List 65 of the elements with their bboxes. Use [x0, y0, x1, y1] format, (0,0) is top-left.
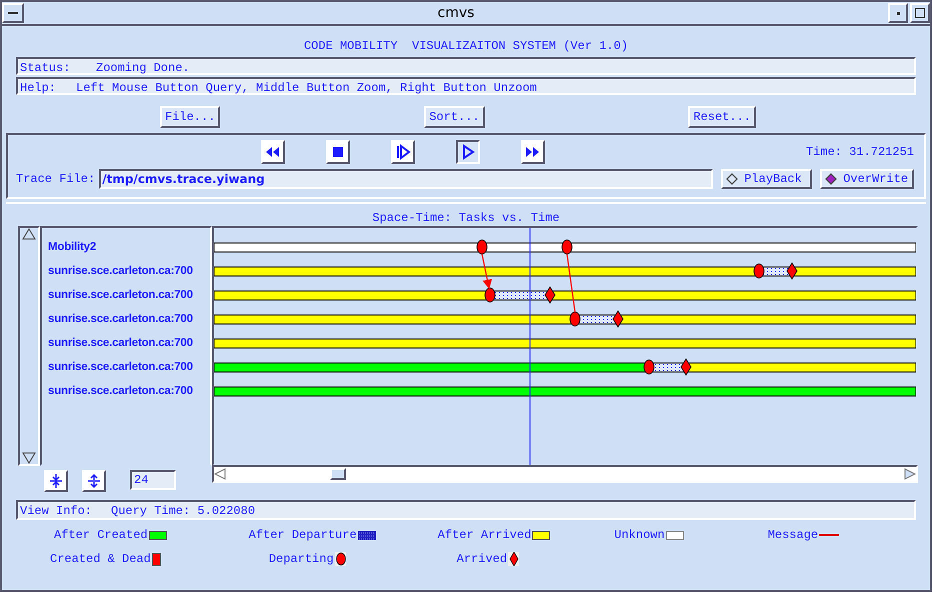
task-label: sunrise.sce.carleton.ca:700	[48, 360, 194, 375]
scroll-up-icon[interactable]	[22, 228, 36, 240]
task-label: sunrise.sce.carleton.ca:700	[48, 384, 194, 399]
task-label: sunrise.sce.carleton.ca:700	[48, 336, 194, 351]
zoom-field[interactable]: 24	[130, 470, 176, 490]
legend-label: Arrived	[456, 551, 508, 568]
option-checkbox[interactable]: OverWrite	[820, 169, 914, 189]
legend-label: Unknown	[614, 527, 665, 544]
legend-label: After Created	[54, 527, 148, 544]
legend-label: After Arrived	[438, 527, 532, 544]
scroll-thumb[interactable]	[330, 468, 346, 480]
scroll-left-icon[interactable]	[214, 468, 226, 480]
help-bar: Help: Left Mouse Button Query, Middle Button Zoom, Right Button Unzoom	[16, 77, 916, 95]
trace-file-label: Trace File:	[16, 171, 96, 188]
diamond-icon	[508, 552, 520, 566]
play-icon	[460, 144, 476, 160]
legend-label: After Departure	[248, 527, 357, 544]
step-button[interactable]	[391, 140, 415, 164]
app-heading: CODE MOBILITY VISUALIZAITON SYSTEM (Ver 1.0)	[302, 38, 630, 53]
swatch-icon	[532, 530, 550, 540]
square-icon	[152, 552, 161, 566]
scroll-down-icon[interactable]	[22, 452, 36, 464]
legend-label: Departing	[268, 551, 334, 568]
menu-button[interactable]: Sort...	[424, 106, 485, 128]
swatch-icon	[666, 530, 684, 540]
timeline-drawing[interactable]	[214, 228, 916, 466]
ellipse-icon	[334, 552, 346, 566]
legend-label: Created & Dead	[50, 551, 151, 568]
expand-icon	[86, 473, 102, 489]
window-title: cmvs	[436, 4, 476, 22]
option-checkbox[interactable]: PlayBack	[721, 169, 812, 189]
compress-button[interactable]	[44, 470, 68, 492]
task-label: sunrise.sce.carleton.ca:700	[48, 312, 194, 327]
stop-button[interactable]	[326, 140, 350, 164]
compress-icon	[48, 473, 64, 489]
task-label: sunrise.sce.carleton.ca:700	[48, 288, 194, 303]
swatch-icon	[148, 530, 167, 540]
expand-button[interactable]	[82, 470, 106, 492]
time-readout: Time: 31.721251	[806, 144, 914, 161]
trace-file-field[interactable]: /tmp/cmvs.trace.yiwang	[99, 169, 714, 189]
line-icon	[819, 534, 840, 536]
forward-icon	[525, 144, 541, 160]
scroll-right-icon[interactable]	[904, 468, 916, 480]
stop-icon	[330, 144, 346, 160]
window-menu-button[interactable]	[2, 3, 24, 23]
task-label: Mobility2	[48, 240, 98, 255]
chart-title: Space-Time: Tasks vs. Time	[371, 210, 561, 225]
menu-button[interactable]: Reset...	[688, 106, 756, 128]
step-icon	[395, 144, 411, 160]
rewind-button[interactable]	[261, 140, 285, 164]
play-button[interactable]	[456, 140, 480, 164]
legend-label: Message	[768, 527, 818, 544]
diamond-icon	[726, 173, 738, 185]
maximize-button[interactable]	[910, 3, 930, 23]
forward-button[interactable]	[521, 140, 545, 164]
rewind-icon	[265, 144, 281, 160]
view-info-bar: View Info: Query Time: 5.022080	[16, 500, 916, 520]
diamond-icon	[825, 173, 838, 185]
horizontal-scrollbar[interactable]	[212, 465, 918, 483]
swatch-icon	[358, 530, 376, 540]
vertical-scrollbar[interactable]	[18, 226, 40, 466]
status-bar: Status: Zooming Done.	[16, 57, 916, 75]
task-label: sunrise.sce.carleton.ca:700	[48, 264, 194, 279]
menu-button[interactable]: File...	[160, 106, 220, 128]
minimize-button[interactable]	[888, 3, 908, 23]
